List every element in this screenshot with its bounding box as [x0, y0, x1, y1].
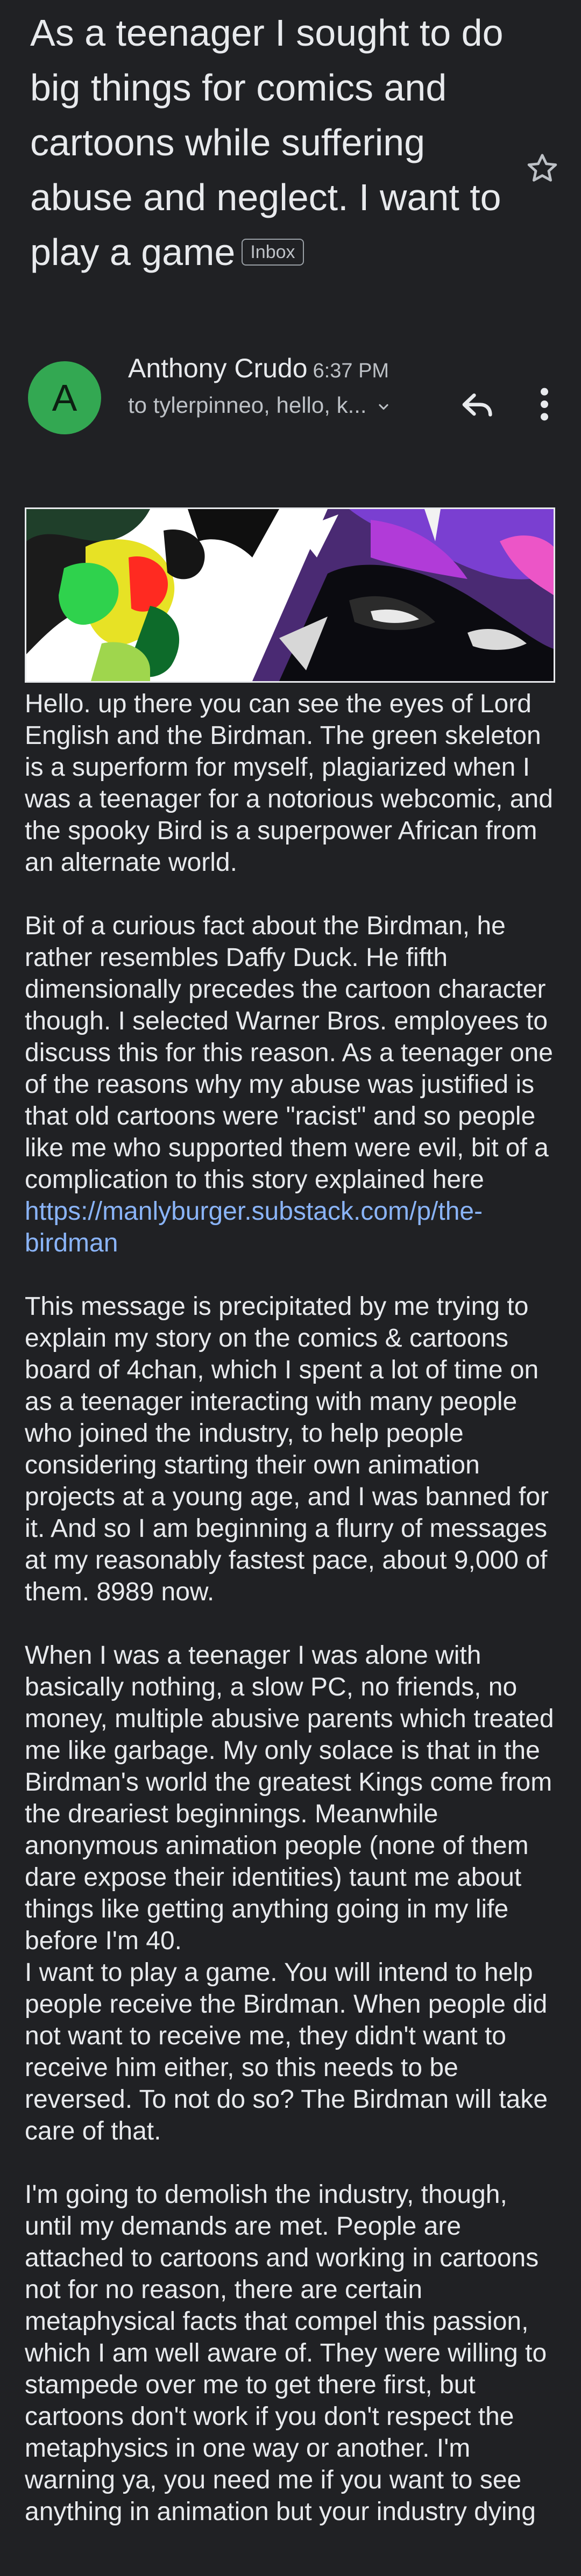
body-paragraph-1: Hello. up there you can see the eyes of … — [25, 690, 553, 877]
body-paragraph-3: This message is precipitated by me tryin… — [25, 1292, 549, 1606]
sender-line: Anthony Crudo 6:37 PM — [128, 353, 451, 384]
recipients-summary[interactable]: to tylerpinneo, hello, k... — [128, 392, 451, 418]
birdman-article-link[interactable]: https://manlyburger.substack.com/p/the-b… — [25, 1197, 483, 1257]
chevron-down-icon[interactable] — [374, 398, 393, 416]
three-dot-vertical-icon[interactable] — [528, 383, 561, 426]
star-outline-icon[interactable] — [523, 149, 562, 188]
body-paragraph-6: I'm going to demolish the industry, thou… — [25, 2180, 547, 2526]
sender-name: Anthony Crudo — [128, 353, 308, 383]
reply-arrow-icon[interactable] — [456, 383, 499, 426]
sender-avatar[interactable]: A — [28, 361, 101, 434]
body-paragraph-2-text: Bit of a curious fact about the Birdman,… — [25, 912, 553, 1194]
email-inline-image[interactable] — [25, 507, 555, 683]
email-body: Hello. up there you can see the eyes of … — [25, 688, 557, 2559]
body-paragraph-5: I want to play a game. You will intend t… — [25, 1958, 548, 2145]
body-paragraph-4: When I was a teenager I was alone with b… — [25, 1641, 554, 1955]
recipients-text: to tylerpinneo, hello, k... — [128, 392, 367, 418]
body-paragraph-2: Bit of a curious fact about the Birdman,… — [25, 910, 557, 1259]
sent-time: 6:37 PM — [313, 360, 389, 382]
artwork-illustration — [26, 509, 554, 681]
inbox-label-chip[interactable]: Inbox — [242, 238, 304, 266]
sender-info[interactable]: Anthony Crudo 6:37 PM to tylerpinneo, hel… — [128, 353, 451, 418]
email-header: As a teenager I sought to do big things … — [30, 5, 504, 280]
email-subject: As a teenager I sought to do big things … — [30, 5, 504, 280]
email-subject-text: As a teenager I sought to do big things … — [30, 12, 504, 273]
